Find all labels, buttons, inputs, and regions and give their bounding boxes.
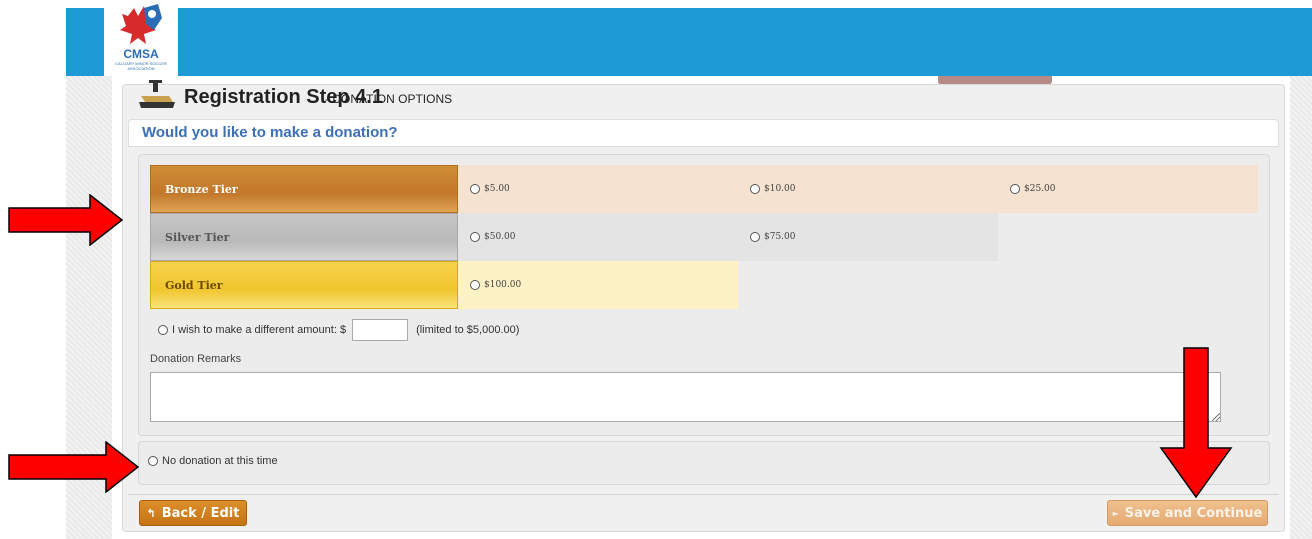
back-arrow-icon: ↰ bbox=[146, 506, 156, 520]
donation-option-label: $10.00 bbox=[764, 184, 796, 194]
different-amount-label: I wish to make a different amount: $ bbox=[172, 324, 347, 336]
donation-option-5[interactable]: $5.00 bbox=[458, 165, 738, 213]
save-button-label: Save and Continue bbox=[1124, 505, 1263, 521]
tier-label-gold: Gold Tier bbox=[150, 261, 458, 309]
tier-label-bronze: Bronze Tier bbox=[150, 165, 458, 213]
save-and-continue-button[interactable]: ► Save and Continue bbox=[1107, 500, 1268, 526]
donation-option-label: $50.00 bbox=[484, 232, 516, 242]
annotation-arrow-down-icon bbox=[1159, 347, 1233, 499]
logo-text: CMSA bbox=[123, 47, 159, 61]
back-button-label: Back / Edit bbox=[161, 505, 240, 521]
annotation-arrow-right-icon bbox=[8, 441, 140, 493]
donation-option-label: $5.00 bbox=[484, 184, 510, 194]
logo-tagline: CALGARY MINOR SOCCER ASSOCIATION bbox=[115, 61, 167, 71]
no-donation-option[interactable]: No donation at this time bbox=[148, 455, 278, 467]
different-amount-radio[interactable] bbox=[158, 325, 168, 335]
donation-option-25[interactable]: $25.00 bbox=[998, 165, 1258, 213]
back-edit-button[interactable]: ↰ Back / Edit bbox=[139, 500, 247, 526]
donation-option-50[interactable]: $50.00 bbox=[458, 213, 738, 261]
radio-icon[interactable] bbox=[750, 232, 760, 242]
remarks-textarea[interactable] bbox=[150, 372, 1221, 422]
different-amount-input[interactable] bbox=[352, 319, 409, 341]
annotation-arrow-right-icon bbox=[8, 194, 124, 246]
donation-option-label: $100.00 bbox=[484, 280, 522, 290]
radio-icon[interactable] bbox=[750, 184, 760, 194]
donation-option-label: $75.00 bbox=[764, 232, 796, 242]
page: CMSA CALGARY MINOR SOCCER ASSOCIATION Re… bbox=[0, 0, 1312, 539]
radio-icon[interactable] bbox=[470, 232, 480, 242]
donation-question: Would you like to make a donation? bbox=[142, 124, 398, 141]
radio-icon[interactable] bbox=[148, 456, 158, 466]
side-texture-right bbox=[1290, 76, 1312, 539]
tier-label-silver: Silver Tier bbox=[150, 213, 458, 261]
donation-option-label: $25.00 bbox=[1024, 184, 1056, 194]
stamp-icon bbox=[139, 80, 175, 108]
limit-note: (limited to $5,000.00) bbox=[416, 324, 520, 336]
radio-icon[interactable] bbox=[470, 184, 480, 194]
no-donation-panel bbox=[138, 441, 1270, 485]
cmsa-logo[interactable]: CMSA CALGARY MINOR SOCCER ASSOCIATION bbox=[104, 0, 178, 76]
no-donation-label: No donation at this time bbox=[162, 455, 278, 467]
radio-icon[interactable] bbox=[1010, 184, 1020, 194]
donation-option-75[interactable]: $75.00 bbox=[738, 213, 998, 261]
step-subtitle: - DONATION OPTIONS bbox=[325, 92, 453, 106]
donation-option-100[interactable]: $100.00 bbox=[458, 261, 738, 309]
remarks-label: Donation Remarks bbox=[150, 353, 242, 365]
play-icon: ► bbox=[1112, 508, 1119, 518]
donation-option-10[interactable]: $10.00 bbox=[738, 165, 998, 213]
maple-leaf-logo-icon bbox=[120, 4, 162, 44]
different-amount-row: I wish to make a different amount: $ (li… bbox=[158, 318, 519, 342]
header-bar bbox=[66, 8, 1312, 76]
radio-icon[interactable] bbox=[470, 280, 480, 290]
divider bbox=[128, 494, 1279, 495]
